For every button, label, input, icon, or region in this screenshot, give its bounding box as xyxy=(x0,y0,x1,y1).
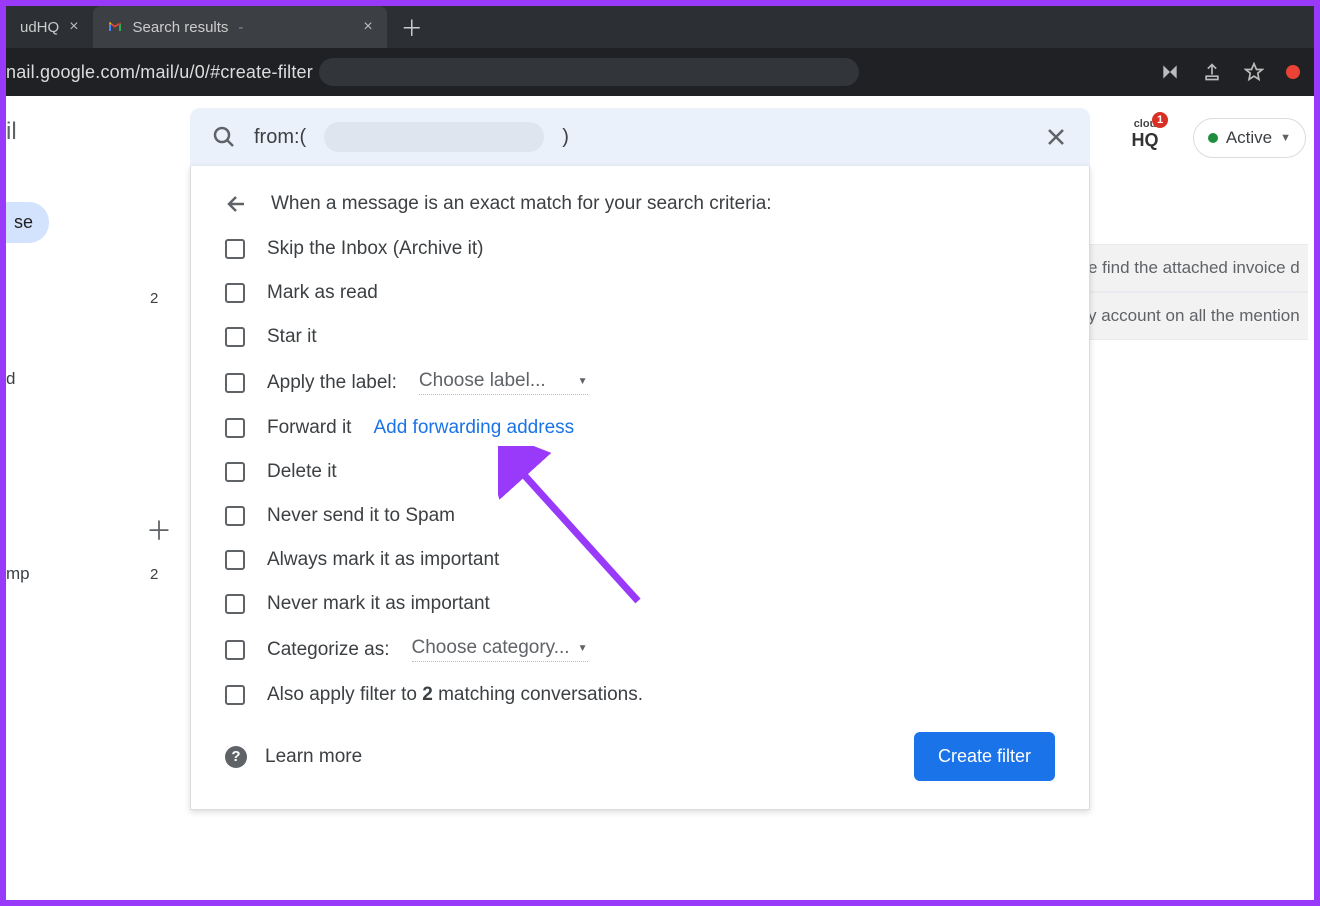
option-label: Mark as read xyxy=(267,282,378,304)
plus-icon[interactable]: ＋ xyxy=(146,511,172,548)
profile-icon[interactable] xyxy=(1286,65,1300,79)
checkbox[interactable] xyxy=(225,239,245,259)
also-pre: Also apply filter to xyxy=(267,684,422,705)
search-suffix: ) xyxy=(562,126,569,149)
panel-heading: When a message is an exact match for you… xyxy=(271,193,772,215)
option-label: Forward it xyxy=(267,417,351,439)
back-arrow-icon[interactable] xyxy=(225,192,249,216)
chevron-down-icon: ▼ xyxy=(578,376,588,387)
tab-title: Search results xyxy=(133,19,229,36)
choose-category-dropdown[interactable]: Choose category... ▼ xyxy=(412,637,588,662)
url-redacted xyxy=(319,58,859,86)
tab-subtitle: - xyxy=(238,19,243,36)
share-icon[interactable] xyxy=(1202,62,1222,82)
search-bar[interactable]: from:( ) xyxy=(190,108,1090,166)
create-filter-panel: When a message is an exact match for you… xyxy=(190,166,1090,810)
close-icon[interactable]: × xyxy=(69,18,78,36)
checkbox[interactable] xyxy=(225,418,245,438)
sidebar-item-fragment[interactable]: mp xyxy=(6,564,30,584)
choose-label-dropdown[interactable]: Choose label... ▼ xyxy=(419,370,588,395)
also-post: matching conversations. xyxy=(433,684,643,705)
browser-actions xyxy=(1160,62,1300,82)
filter-option-never-spam[interactable]: Never send it to Spam xyxy=(225,505,1055,527)
option-label: Categorize as: xyxy=(267,639,390,661)
option-label: Always mark it as important xyxy=(267,549,499,571)
search-query-redacted xyxy=(324,122,544,152)
browser-tab-gmail[interactable]: Search results - × xyxy=(93,6,387,48)
filter-option-always-important[interactable]: Always mark it as important xyxy=(225,549,1055,571)
star-icon[interactable] xyxy=(1244,62,1264,82)
url-text: nail.google.com/mail/u/0/#create-filter xyxy=(6,62,313,83)
filter-option-categorize[interactable]: Categorize as: Choose category... ▼ xyxy=(225,637,1055,662)
checkbox[interactable] xyxy=(225,462,245,482)
option-label: Star it xyxy=(267,326,317,348)
chevron-down-icon: ▼ xyxy=(578,643,588,654)
filter-option-apply-label[interactable]: Apply the label: Choose label... ▼ xyxy=(225,370,1055,395)
option-label: Apply the label: xyxy=(267,372,397,394)
filter-option-forward[interactable]: Forward it Add forwarding address xyxy=(225,417,1055,439)
checkbox[interactable] xyxy=(225,685,245,705)
notification-badge: 1 xyxy=(1152,112,1168,128)
browser-address-bar[interactable]: nail.google.com/mail/u/0/#create-filter xyxy=(6,48,1314,96)
checkbox[interactable] xyxy=(225,550,245,570)
help-icon[interactable]: ? xyxy=(225,746,247,768)
status-label: Active xyxy=(1226,128,1272,148)
search-icon[interactable] xyxy=(212,125,236,149)
option-label: Also apply filter to 2 matching conversa… xyxy=(267,684,643,706)
browser-tabs: udHQ × Search results - × ＋ xyxy=(6,6,1314,48)
status-dot-icon xyxy=(1208,133,1218,143)
learn-more-link[interactable]: Learn more xyxy=(265,746,362,768)
browser-tab-cloudhq[interactable]: udHQ × xyxy=(6,6,93,48)
checkbox[interactable] xyxy=(225,283,245,303)
filter-option-delete[interactable]: Delete it xyxy=(225,461,1055,483)
create-filter-button[interactable]: Create filter xyxy=(914,732,1055,781)
mail-row-fragment[interactable]: y account on all the mention xyxy=(1078,292,1308,340)
compose-button-fragment[interactable]: se xyxy=(6,202,49,243)
filter-option-never-important[interactable]: Never mark it as important xyxy=(225,593,1055,615)
chevron-down-icon: ▼ xyxy=(1280,132,1291,144)
status-dropdown[interactable]: Active ▼ xyxy=(1193,118,1306,158)
gmail-icon xyxy=(107,19,123,35)
sidebar-count: 2 xyxy=(150,290,158,307)
dropdown-text: Choose category... xyxy=(412,637,570,659)
tab-title-redacted xyxy=(253,18,353,36)
cloudhq-extension-icon[interactable]: clou HQ 1 xyxy=(1126,116,1164,154)
new-tab-button[interactable]: ＋ xyxy=(401,11,423,43)
close-icon[interactable] xyxy=(1044,125,1068,149)
tab-title: udHQ xyxy=(20,19,59,36)
add-forwarding-address-link[interactable]: Add forwarding address xyxy=(373,417,574,439)
sidebar-count: 2 xyxy=(150,566,158,583)
close-icon[interactable]: × xyxy=(363,18,372,36)
option-label: Delete it xyxy=(267,461,337,483)
option-label: Never send it to Spam xyxy=(267,505,455,527)
search-prefix: from:( xyxy=(254,126,306,149)
hq-label: HQ xyxy=(1132,130,1159,151)
extensions-icon[interactable] xyxy=(1160,62,1180,82)
option-label: Never mark it as important xyxy=(267,593,490,615)
checkbox[interactable] xyxy=(225,327,245,347)
filter-option-skip-inbox[interactable]: Skip the Inbox (Archive it) xyxy=(225,238,1055,260)
match-count: 2 xyxy=(422,684,433,705)
filter-option-star[interactable]: Star it xyxy=(225,326,1055,348)
gmail-logo-fragment: il xyxy=(6,118,17,146)
sidebar-item-fragment[interactable]: d xyxy=(6,369,15,389)
filter-option-mark-read[interactable]: Mark as read xyxy=(225,282,1055,304)
filter-option-also-apply[interactable]: Also apply filter to 2 matching conversa… xyxy=(225,684,1055,706)
option-label: Skip the Inbox (Archive it) xyxy=(267,238,483,260)
checkbox[interactable] xyxy=(225,506,245,526)
browser-chrome: udHQ × Search results - × ＋ nail.google.… xyxy=(6,6,1314,96)
checkbox[interactable] xyxy=(225,594,245,614)
checkbox[interactable] xyxy=(225,640,245,660)
mail-row-fragment[interactable]: e find the attached invoice d xyxy=(1078,244,1308,292)
checkbox[interactable] xyxy=(225,373,245,393)
dropdown-text: Choose label... xyxy=(419,370,546,392)
